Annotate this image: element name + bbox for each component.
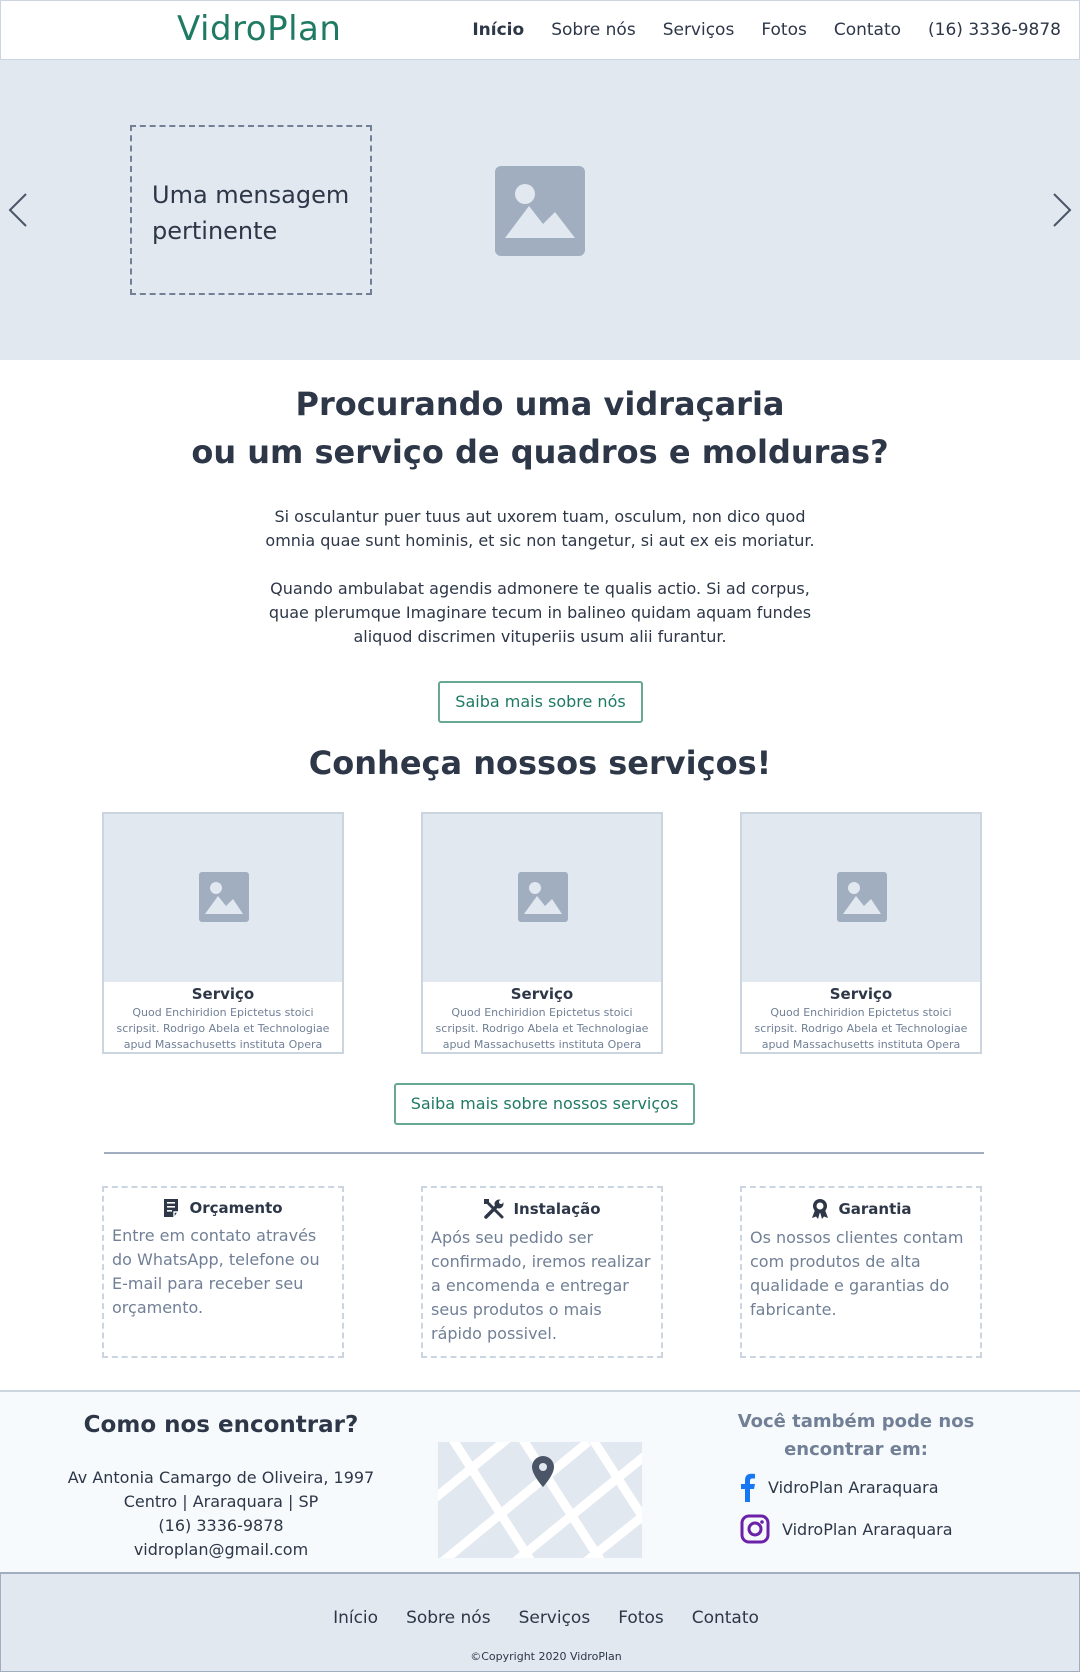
instagram-label: VidroPlan Araraquara: [782, 1519, 953, 1539]
intro-p2-line3: aliquod discrimen vituperiis usum alii f…: [353, 627, 727, 646]
intro-p1-line1: Si osculantur puer tuus aut uxorem tuam,…: [274, 507, 806, 526]
nav-fotos[interactable]: Fotos: [761, 20, 807, 40]
footer-nav-servicos[interactable]: Serviços: [519, 1608, 591, 1628]
service-thumb: [742, 814, 980, 982]
feature-title: Garantia: [838, 1200, 912, 1218]
address-line2: Centro | Araraquara | SP: [123, 1492, 319, 1511]
feature-text: Os nossos clientes contam com produtos d…: [750, 1228, 964, 1319]
nav-phone[interactable]: (16) 3336-9878: [928, 20, 1061, 40]
service-thumb: [104, 814, 342, 982]
contact-phone[interactable]: (16) 3336-9878: [40, 1514, 402, 1538]
service-desc-line3: apud Massachusetts instituta Opera: [123, 1038, 323, 1051]
address-block: Av Antonia Camargo de Oliveira, 1997 Cen…: [40, 1466, 402, 1562]
intro-title: Procurando uma vidraçaria ou um serviço …: [0, 380, 1080, 476]
service-description: Quod Enchiridion Epictetus stoici scrips…: [104, 1005, 342, 1053]
service-desc-line1: Quod Enchiridion Epictetus stoici: [770, 1006, 952, 1019]
intro-p1-line2: omnia quae sunt hominis, et sic non tang…: [265, 531, 815, 550]
nav-inicio[interactable]: Início: [472, 20, 524, 40]
service-desc-line1: Quod Enchiridion Epictetus stoici: [132, 1006, 314, 1019]
service-card[interactable]: Serviço Quod Enchiridion Epictetus stoic…: [740, 812, 982, 1054]
award-icon: [812, 1199, 829, 1219]
nav-sobre[interactable]: Sobre nós: [551, 20, 636, 40]
service-card[interactable]: Serviço Quod Enchiridion Epictetus stoic…: [421, 812, 663, 1054]
document-icon: [164, 1199, 179, 1217]
feature-text: Após seu pedido ser confirmado, iremos r…: [431, 1228, 651, 1343]
image-placeholder-icon: [495, 166, 585, 256]
feature-text: Entre em contato através do WhatsApp, te…: [112, 1226, 320, 1317]
contact-email[interactable]: vidroplan@gmail.com: [40, 1538, 402, 1562]
intro-paragraph-1: Si osculantur puer tuus aut uxorem tuam,…: [260, 505, 820, 553]
services-button[interactable]: Saiba mais sobre nossos serviços: [394, 1083, 695, 1125]
service-title: Serviço: [510, 985, 574, 1003]
address-line1: Av Antonia Camargo de Oliveira, 1997: [67, 1468, 375, 1487]
service-desc-line2: scripsit. Rodrigo Abela et Technologiae: [116, 1022, 330, 1035]
find-us-section: Como nos encontrar? Av Antonia Camargo d…: [0, 1390, 1080, 1574]
find-title: Como nos encontrar?: [83, 1412, 359, 1438]
feature-orcamento: Orçamento Entre em contato através do Wh…: [102, 1186, 344, 1358]
intro-text: Si osculantur puer tuus aut uxorem tuam,…: [260, 505, 820, 649]
nav-contato[interactable]: Contato: [834, 20, 901, 40]
services-title: Conheça nossos serviços!: [308, 744, 772, 782]
instagram-link[interactable]: VidroPlan Araraquara: [740, 1514, 953, 1544]
nav-servicos[interactable]: Serviços: [663, 20, 735, 40]
footer-nav: Início Sobre nós Serviços Fotos Contato: [1, 1608, 1080, 1628]
social-title: Você também pode nos encontrar em:: [730, 1408, 982, 1464]
facebook-link[interactable]: VidroPlan Araraquara: [740, 1472, 939, 1502]
facebook-label: VidroPlan Araraquara: [768, 1477, 939, 1497]
hero-message-line2: pertinente: [152, 217, 278, 245]
site-footer: Início Sobre nós Serviços Fotos Contato …: [0, 1574, 1080, 1672]
main-nav: Início Sobre nós Serviços Fotos Contato …: [472, 20, 1061, 40]
service-thumb: [423, 814, 661, 982]
service-desc-line3: apud Massachusetts instituta Opera: [442, 1038, 642, 1051]
footer-nav-fotos[interactable]: Fotos: [618, 1608, 664, 1628]
intro-title-line2: ou um serviço de quadros e molduras?: [191, 433, 889, 471]
service-description: Quod Enchiridion Epictetus stoici scrips…: [742, 1005, 980, 1053]
hero-message-line1: Uma mensagem: [152, 181, 350, 209]
service-desc-line3: apud Massachusetts instituta Opera: [761, 1038, 961, 1051]
service-desc-line2: scripsit. Rodrigo Abela et Technologiae: [435, 1022, 649, 1035]
social-title-line2: encontrar em:: [784, 1439, 928, 1460]
section-divider: [104, 1152, 984, 1154]
image-placeholder-icon: [837, 872, 887, 922]
instagram-icon: [740, 1514, 770, 1544]
image-placeholder-icon: [518, 872, 568, 922]
about-button[interactable]: Saiba mais sobre nós: [438, 681, 643, 723]
footer-nav-inicio[interactable]: Início: [333, 1608, 378, 1628]
intro-p2-line1: Quando ambulabat agendis admonere te qua…: [270, 579, 810, 598]
feature-garantia: Garantia Os nossos clientes contam com p…: [740, 1186, 982, 1358]
social-title-line1: Você também pode nos: [737, 1411, 975, 1432]
intro-p2-line2: quae plerumque Imaginare tecum in baline…: [268, 603, 812, 622]
tools-icon: [484, 1199, 504, 1219]
feature-heading: Instalação: [431, 1198, 653, 1220]
chevron-right-icon[interactable]: [1050, 190, 1074, 230]
map-widget[interactable]: [438, 1442, 642, 1558]
feature-heading: Orçamento: [112, 1198, 334, 1218]
service-title: Serviço: [191, 985, 255, 1003]
service-desc-line2: scripsit. Rodrigo Abela et Technologiae: [754, 1022, 968, 1035]
feature-heading: Garantia: [750, 1198, 972, 1220]
service-desc-line1: Quod Enchiridion Epictetus stoici: [451, 1006, 633, 1019]
service-description: Quod Enchiridion Epictetus stoici scrips…: [423, 1005, 661, 1053]
intro-title-line1: Procurando uma vidraçaria: [295, 385, 785, 423]
service-title: Serviço: [829, 985, 893, 1003]
feature-instalacao: Instalação Após seu pedido ser confirmad…: [421, 1186, 663, 1358]
feature-title: Orçamento: [189, 1199, 283, 1217]
intro-paragraph-2: Quando ambulabat agendis admonere te qua…: [260, 577, 820, 649]
logo[interactable]: VidroPlan: [177, 9, 341, 49]
image-placeholder-icon: [199, 872, 249, 922]
feature-title: Instalação: [513, 1200, 601, 1218]
footer-nav-contato[interactable]: Contato: [692, 1608, 759, 1628]
hero-message-box: Uma mensagem pertinente: [130, 125, 372, 295]
site-header: VidroPlan Início Sobre nós Serviços Foto…: [0, 0, 1080, 60]
service-card[interactable]: Serviço Quod Enchiridion Epictetus stoic…: [102, 812, 344, 1054]
hero-carousel: Uma mensagem pertinente: [0, 60, 1080, 360]
footer-nav-sobre[interactable]: Sobre nós: [406, 1608, 491, 1628]
chevron-left-icon[interactable]: [6, 190, 30, 230]
facebook-icon: [741, 1473, 755, 1502]
copyright: ©Copyright 2020 VidroPlan: [470, 1650, 622, 1663]
